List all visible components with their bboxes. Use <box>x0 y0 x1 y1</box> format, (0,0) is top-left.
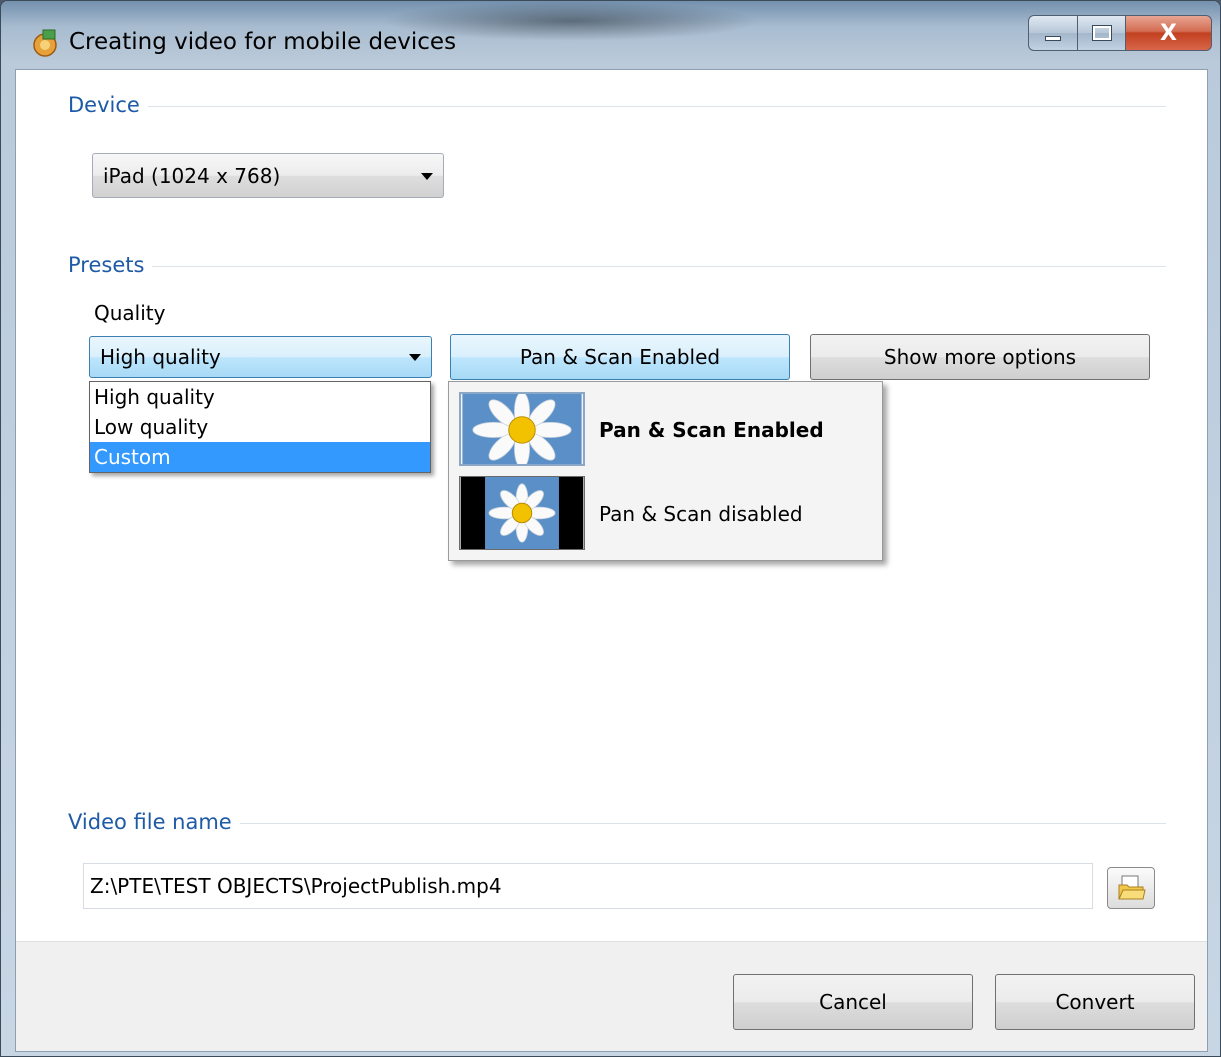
folder-open-icon <box>1118 875 1146 900</box>
quality-label: Quality <box>94 301 166 325</box>
daisy-letterbox-thumbnail-icon <box>459 476 585 550</box>
device-section-divider <box>146 106 1166 107</box>
minimize-icon <box>1045 35 1061 41</box>
maximize-icon <box>1091 25 1112 41</box>
title-bar[interactable]: Creating video for mobile devices X <box>1 1 1220 65</box>
device-select-value: iPad (1024 x 768) <box>103 163 281 188</box>
browse-button[interactable] <box>1107 867 1155 909</box>
cancel-button[interactable]: Cancel <box>733 974 973 1030</box>
show-more-options-button[interactable]: Show more options <box>810 334 1150 380</box>
cancel-button-label: Cancel <box>819 990 887 1014</box>
pan-scan-enabled-label: Pan & Scan Enabled <box>599 418 824 442</box>
daisy-fill-thumbnail-icon <box>459 392 585 466</box>
video-file-section-divider <box>238 823 1166 824</box>
quality-option-custom[interactable]: Custom <box>90 442 430 472</box>
pan-scan-disabled-item[interactable]: Pan & Scan disabled <box>457 474 877 554</box>
quality-option-high[interactable]: High quality <box>90 382 430 412</box>
device-section-label: Device <box>68 93 148 117</box>
quality-select-value: High quality <box>100 345 221 369</box>
window-title: Creating video for mobile devices <box>69 29 457 55</box>
presets-section-label: Presets <box>68 253 153 277</box>
close-button[interactable]: X <box>1126 15 1212 51</box>
presets-section-divider <box>146 266 1166 267</box>
caption-buttons: X <box>1028 15 1212 51</box>
device-select[interactable]: iPad (1024 x 768) <box>92 153 444 198</box>
quality-options-list: High quality Low quality Custom <box>89 381 431 473</box>
pan-scan-button[interactable]: Pan & Scan Enabled <box>450 334 790 380</box>
chevron-down-icon <box>409 354 421 361</box>
quality-select[interactable]: High quality <box>89 336 432 378</box>
chevron-down-icon <box>421 172 433 180</box>
pan-scan-menu: Pan & Scan Enabled Pan & Scan disabled <box>448 381 883 561</box>
pan-scan-button-label: Pan & Scan Enabled <box>519 345 721 369</box>
quality-option-low[interactable]: Low quality <box>90 412 430 442</box>
minimize-button[interactable] <box>1028 15 1078 51</box>
app-icon <box>33 29 57 57</box>
pan-scan-enabled-item[interactable]: Pan & Scan Enabled <box>457 390 877 470</box>
convert-button-label: Convert <box>1055 990 1135 1014</box>
dialog-footer: Cancel Convert <box>16 941 1207 1051</box>
pan-scan-disabled-label: Pan & Scan disabled <box>599 502 803 526</box>
dialog-window: Creating video for mobile devices X Devi… <box>0 0 1221 1057</box>
video-file-path-input[interactable]: Z:\PTE\TEST OBJECTS\ProjectPublish.mp4 <box>83 863 1093 909</box>
maximize-button[interactable] <box>1078 15 1126 51</box>
close-icon: X <box>1160 20 1177 46</box>
show-more-options-label: Show more options <box>883 345 1077 369</box>
convert-button[interactable]: Convert <box>995 974 1195 1030</box>
video-file-section-label: Video file name <box>68 810 240 834</box>
